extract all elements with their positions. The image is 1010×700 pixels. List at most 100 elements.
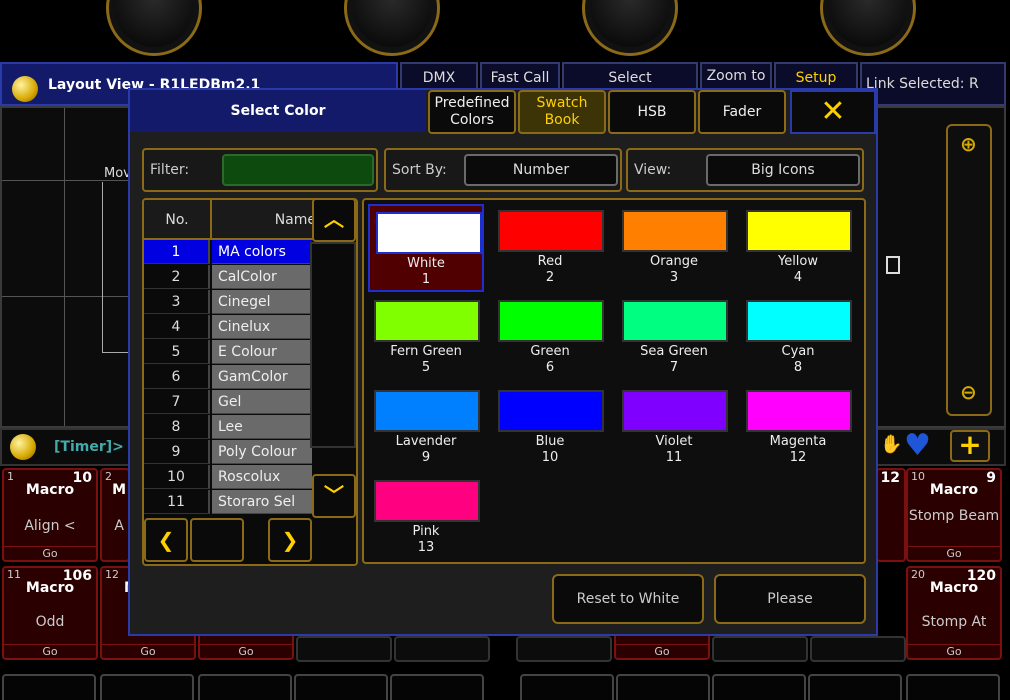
tab-swatch-book[interactable]: Swatch Book	[518, 90, 606, 134]
ma-ball-icon[interactable]	[10, 434, 36, 460]
executor-macro-1[interactable]: 1 10 Macro Align < Go	[2, 468, 98, 562]
swatch-color-chip	[622, 300, 728, 342]
timer-label: [Timer]>	[54, 439, 124, 455]
pool-name: Roscolux	[212, 465, 312, 489]
pool-number: 4	[144, 315, 210, 339]
executor-empty[interactable]	[712, 636, 808, 662]
bottom-key[interactable]	[390, 674, 484, 700]
encoder-knob-1[interactable]	[106, 0, 202, 56]
encoder-knob-2[interactable]	[344, 0, 440, 56]
color-swatch[interactable]: Red 2	[492, 204, 608, 292]
view-box: View: Big Icons	[626, 148, 864, 192]
executor-empty[interactable]	[296, 636, 392, 662]
executor-empty[interactable]	[394, 636, 490, 662]
go-button[interactable]: Go	[4, 546, 96, 560]
color-swatch[interactable]: Cyan 8	[740, 294, 856, 382]
color-swatch[interactable]: Blue 10	[492, 384, 608, 472]
pool-number: 3	[144, 290, 210, 314]
close-button[interactable]: ✕	[790, 90, 876, 134]
color-swatch[interactable]: Sea Green 7	[616, 294, 732, 382]
color-swatch[interactable]: Violet 11	[616, 384, 732, 472]
swatch-color-chip	[374, 480, 480, 522]
executor-macro-10[interactable]: 10 9 Macro Stomp Beam Go	[906, 468, 1002, 562]
scroll-left-button[interactable]: ❮	[144, 518, 188, 562]
swatch-grid: White 1 Red 2 Orange 3 Yellow 4 Fern Green 5 Green…	[362, 198, 866, 564]
go-button[interactable]: Go	[908, 546, 1000, 560]
go-button[interactable]: Go	[102, 644, 194, 658]
filter-input[interactable]	[222, 154, 374, 186]
sort-label: Sort By:	[392, 162, 447, 178]
pool-name: Storaro Sel	[212, 490, 312, 514]
swatch-color-chip	[622, 210, 728, 252]
horizontal-scrollbar[interactable]	[190, 518, 244, 562]
ma-ball-icon[interactable]	[12, 76, 38, 102]
bottom-key[interactable]	[520, 674, 614, 700]
color-swatch[interactable]: Pink 13	[368, 474, 484, 562]
bottom-key[interactable]	[616, 674, 710, 700]
scroll-down-button[interactable]: ﹀	[312, 474, 356, 518]
pool-number: 2	[144, 265, 210, 289]
encoder-knob-3[interactable]	[582, 0, 678, 56]
please-button[interactable]: Please	[714, 574, 866, 624]
bottom-key[interactable]	[808, 674, 902, 700]
go-button[interactable]: Go	[616, 644, 708, 658]
tab-link-selected[interactable]: Link Selected: R	[860, 62, 1006, 106]
hand-icon[interactable]: ✋	[880, 434, 902, 455]
tab-hsb[interactable]: HSB	[608, 90, 696, 134]
bottom-key[interactable]	[100, 674, 194, 700]
swatch-color-chip	[498, 300, 604, 342]
layout-zoom-scrollbar[interactable]: ⊕ ⊖	[946, 124, 992, 416]
sort-select[interactable]: Number	[464, 154, 618, 186]
heart-icon[interactable]: ♥	[904, 428, 931, 463]
swatch-name: Orange	[649, 254, 699, 269]
pool-scrollbar[interactable]	[310, 242, 356, 448]
swatch-name: Blue	[535, 434, 565, 449]
color-swatch[interactable]: Green 6	[492, 294, 608, 382]
add-button[interactable]: +	[950, 430, 990, 462]
tab-fader[interactable]: Fader	[698, 90, 786, 134]
bottom-key[interactable]	[2, 674, 96, 700]
fixture-square-icon[interactable]	[886, 256, 900, 274]
executor-empty[interactable]	[810, 636, 906, 662]
executor-macro-20[interactable]: 20 120 Macro Stomp At Go	[906, 566, 1002, 660]
bottom-key[interactable]	[198, 674, 292, 700]
zoom-in-icon[interactable]: ⊕	[960, 132, 977, 156]
encoder-knob-4[interactable]	[820, 0, 916, 56]
zoom-out-icon[interactable]: ⊖	[960, 380, 977, 404]
go-button[interactable]: Go	[4, 644, 96, 658]
color-swatch[interactable]: Lavender 9	[368, 384, 484, 472]
swatch-number: 2	[545, 270, 555, 285]
color-swatch[interactable]: Yellow 4	[740, 204, 856, 292]
pool-number: 6	[144, 365, 210, 389]
scroll-up-button[interactable]: ︿	[312, 198, 356, 242]
pool-number: 9	[144, 440, 210, 464]
go-button[interactable]: Go	[200, 644, 292, 658]
scroll-right-button[interactable]: ❯	[268, 518, 312, 562]
color-swatch[interactable]: Orange 3	[616, 204, 732, 292]
executor-macro-9[interactable]: 12	[876, 468, 906, 562]
go-button[interactable]: Go	[908, 644, 1000, 658]
bottom-key[interactable]	[906, 674, 1000, 700]
reset-to-white-button[interactable]: Reset to White	[552, 574, 704, 624]
filter-label: Filter:	[150, 162, 190, 178]
swatch-name: Cyan	[781, 344, 815, 359]
swatch-name: White	[407, 256, 445, 271]
executor-macro-2[interactable]: 2 M A	[100, 468, 130, 562]
executor-macro-11[interactable]: 11 106 Macro Odd Go	[2, 566, 98, 660]
select-color-dialog: Select Color Predefined Colors Swatch Bo…	[128, 88, 878, 636]
color-swatch[interactable]: Magenta 12	[740, 384, 856, 472]
executor-empty[interactable]	[516, 636, 612, 662]
bottom-key[interactable]	[712, 674, 806, 700]
column-header-no[interactable]: No.	[144, 200, 212, 240]
pool-name: Cinegel	[212, 290, 312, 314]
filter-box: Filter:	[142, 148, 378, 192]
dialog-title: Select Color	[130, 90, 426, 132]
swatch-number: 10	[541, 450, 559, 465]
color-swatch[interactable]: White 1	[368, 204, 484, 292]
view-select[interactable]: Big Icons	[706, 154, 860, 186]
bottom-key[interactable]	[294, 674, 388, 700]
color-swatch[interactable]: Fern Green 5	[368, 294, 484, 382]
tab-predefined-colors[interactable]: Predefined Colors	[428, 90, 516, 134]
swatch-name: Pink	[412, 524, 440, 539]
column-header-name[interactable]: Name	[212, 200, 316, 240]
